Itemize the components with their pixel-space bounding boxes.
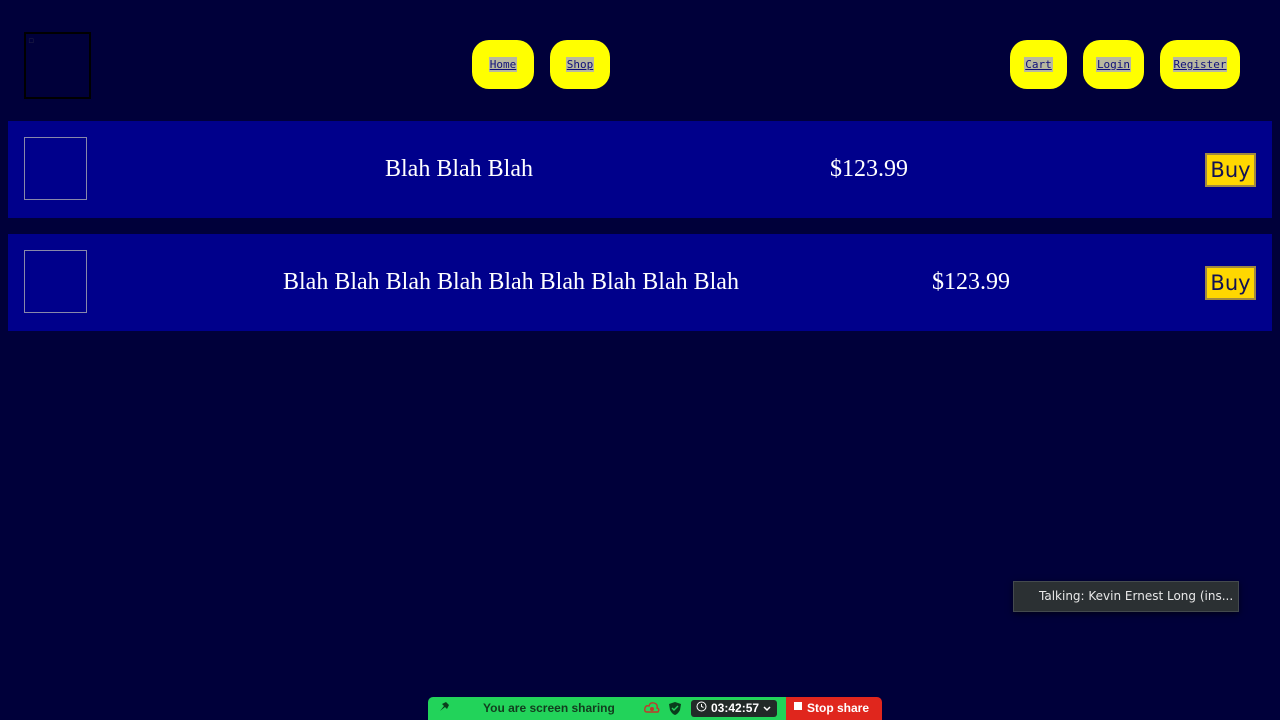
- logo-broken-image-icon: ▫: [28, 36, 35, 46]
- nav-register-label: Register: [1172, 57, 1228, 72]
- share-timer[interactable]: 03:42:57: [691, 700, 777, 717]
- screen-share-status: You are screen sharing 03:42:57: [428, 697, 786, 720]
- product-title: Blah Blah Blah Blah Blah Blah Blah Blah …: [283, 269, 739, 295]
- clock-icon: [696, 700, 707, 717]
- product-title: Blah Blah Blah: [385, 156, 533, 182]
- chevron-down-icon: [763, 700, 771, 717]
- product-price: $123.99: [932, 269, 1010, 295]
- timer-value: 03:42:57: [711, 701, 760, 715]
- recording-cloud-icon[interactable]: [644, 701, 660, 720]
- product-row: Blah Blah Blah Blah Blah Blah Blah Blah …: [8, 234, 1272, 331]
- product-thumbnail[interactable]: [24, 250, 87, 313]
- site-logo[interactable]: ▫: [24, 32, 91, 99]
- stop-square-icon: [794, 701, 802, 710]
- nav-shop-button[interactable]: Shop: [550, 40, 610, 89]
- nav-cart-label: Cart: [1024, 57, 1053, 72]
- buy-button[interactable]: Buy: [1205, 266, 1256, 300]
- nav-login-label: Login: [1095, 57, 1132, 72]
- shield-check-icon[interactable]: [669, 702, 681, 720]
- product-price: $123.99: [830, 156, 908, 182]
- product-row: Blah Blah Blah $123.99 Buy: [8, 121, 1272, 218]
- product-thumbnail[interactable]: [24, 137, 87, 200]
- screen-sharing-label: You are screen sharing: [483, 701, 615, 715]
- stop-share-label: Stop share: [807, 701, 870, 715]
- nav-cart-button[interactable]: Cart: [1010, 40, 1067, 89]
- nav-home-label: Home: [488, 57, 518, 72]
- talking-indicator: Talking: Kevin Ernest Long (ins...: [1013, 581, 1239, 612]
- stop-share-button[interactable]: Stop share: [786, 697, 882, 720]
- buy-button[interactable]: Buy: [1205, 153, 1256, 187]
- screen-share-bar: You are screen sharing 03:42:57 Stop sha…: [428, 697, 882, 720]
- pin-icon[interactable]: [438, 701, 450, 716]
- nav-shop-label: Shop: [565, 57, 595, 72]
- nav-login-button[interactable]: Login: [1083, 40, 1144, 89]
- nav-register-button[interactable]: Register: [1160, 40, 1240, 89]
- nav-home-button[interactable]: Home: [472, 40, 534, 89]
